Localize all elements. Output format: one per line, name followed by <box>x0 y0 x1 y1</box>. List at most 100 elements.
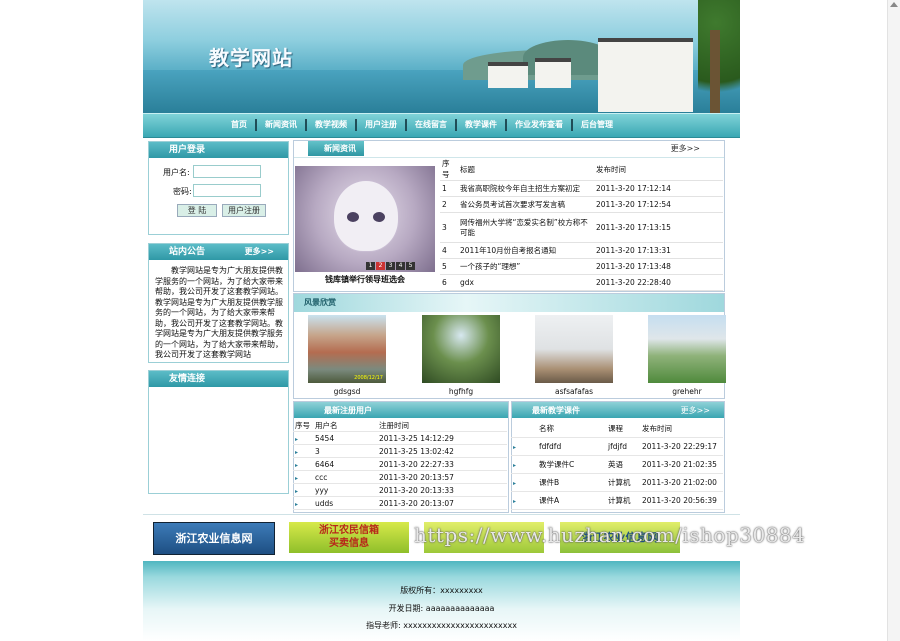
user-time: 2011-3-20 20:13:57 <box>377 470 507 484</box>
footer-copyright: 版权所有：xxxxxxxxx <box>400 586 483 595</box>
scenery-label[interactable]: asfsafafas <box>535 387 613 396</box>
link-logo-subtext: 买卖信息 <box>329 538 369 549</box>
news-link[interactable]: 我省高职院校今年自主招生方案初定 <box>458 180 594 197</box>
login-button[interactable]: 登 陆 <box>177 204 217 217</box>
courseware-time: 2011-3-20 20:56:39 <box>640 491 723 510</box>
news-time: 2011-3-20 17:12:54 <box>594 196 723 213</box>
users-col-index: 序号 <box>293 419 313 432</box>
watermark-text: https://www.huzhan.com/ishop30884 <box>414 523 806 547</box>
user-time: 2011-3-20 20:13:07 <box>377 496 507 510</box>
friend-links-title: 友情连接 <box>149 371 288 387</box>
notice-text: 教学网站是专为广大朋友提供教学服务的一个网站，为了给大家带来帮助，我公司开发了这… <box>155 266 283 358</box>
table-row: ▸ 3 2011-3-25 13:02:42 <box>293 444 507 458</box>
slide-dot[interactable]: 5 <box>406 262 415 270</box>
table-row: ▸ 教学课件C 英语 2011-3-20 21:02:35 <box>511 455 723 474</box>
user-time: 2011-3-20 22:27:33 <box>377 457 507 471</box>
slide-dot[interactable]: 3 <box>386 262 395 270</box>
vertical-scrollbar[interactable] <box>887 0 900 641</box>
scenery-photo[interactable] <box>648 315 726 383</box>
news-link[interactable]: gdx <box>458 274 594 291</box>
site-banner: 教学网站 <box>143 0 740 113</box>
bullet-icon: ▸ <box>295 461 299 469</box>
slide-caption[interactable]: 钱库镇举行领导班选会 <box>295 274 435 285</box>
friend-links-box: 友情连接 <box>148 370 289 494</box>
news-more-link[interactable]: 更多>> <box>671 143 700 154</box>
scenery-label[interactable]: gdsgsd <box>308 387 386 396</box>
users-col-time: 注册时间 <box>377 419 507 432</box>
bullet-icon: ▸ <box>295 435 299 443</box>
news-time: 2011-3-20 17:13:15 <box>594 212 723 243</box>
bullet-icon: ▸ <box>513 497 517 505</box>
bullet-icon: ▸ <box>295 448 299 456</box>
scenery-label[interactable]: grehehr <box>648 387 726 396</box>
courseware-link[interactable]: 课件B <box>537 473 606 492</box>
nav-item-register[interactable]: 用户注册 <box>355 119 405 131</box>
nav-item-videos[interactable]: 教学视频 <box>305 119 355 131</box>
nav-item-news[interactable]: 新闻资讯 <box>255 119 305 131</box>
site-title: 教学网站 <box>209 46 293 70</box>
nav-item-courseware[interactable]: 教学课件 <box>455 119 505 131</box>
news-time: 2011-3-20 17:12:14 <box>594 180 723 197</box>
courseware-course: 计算机 <box>606 491 640 510</box>
link-logo[interactable]: 浙江农民信箱 买卖信息 <box>289 522 409 553</box>
table-row: 6 gdx 2011-3-20 22:28:40 <box>440 274 723 291</box>
table-row: ▸ udds 2011-3-20 20:13:07 <box>293 496 507 510</box>
courseware-course: 英语 <box>606 455 640 474</box>
courseware-link[interactable]: fdfdfd <box>537 437 606 456</box>
scenery-photo[interactable] <box>535 315 613 383</box>
news-time: 2011-3-20 17:13:31 <box>594 242 723 259</box>
news-time: 2011-3-20 17:13:48 <box>594 258 723 275</box>
courseware-title: 最新教学课件 <box>532 406 580 415</box>
nav-item-guestbook[interactable]: 在线留言 <box>405 119 455 131</box>
login-box: 用户登录 用户名: 密码: 登 陆 用户注册 <box>148 141 289 235</box>
table-row: ▸ 5454 2011-3-25 14:12:29 <box>293 431 507 445</box>
news-link[interactable]: 省公务员考试首次要求写发言稿 <box>458 196 594 213</box>
user-name: 5454 <box>313 431 377 445</box>
notice-box: 站内公告 更多>> 教学网站是专为广大朋友提供教学服务的一个网站，为了给大家带来… <box>148 243 289 363</box>
register-button[interactable]: 用户注册 <box>222 204 266 217</box>
news-index: 4 <box>440 242 458 259</box>
scenery-photo[interactable]: 2008/12/17 <box>308 315 386 383</box>
scenery-label[interactable]: hgfhfg <box>422 387 500 396</box>
news-slideshow[interactable]: 1 2 3 4 5 <box>295 166 435 272</box>
table-row: ▸ ccc 2011-3-20 20:13:57 <box>293 470 507 484</box>
table-row: ▸ 6464 2011-3-20 22:27:33 <box>293 457 507 471</box>
nav-item-home[interactable]: 首页 <box>223 119 255 131</box>
user-name: 3 <box>313 444 377 458</box>
news-link[interactable]: 2011年10月份自考报名通知 <box>458 242 594 259</box>
courseware-time: 2011-3-20 21:02:00 <box>640 473 723 492</box>
login-title: 用户登录 <box>149 142 288 158</box>
courseware-more-link[interactable]: 更多>> <box>681 405 710 416</box>
slide-dot[interactable]: 2 <box>376 262 385 270</box>
courseware-time: 2011-3-20 21:02:35 <box>640 455 723 474</box>
link-logo-text: 浙江农民信箱 <box>319 525 379 536</box>
user-time: 2011-3-20 20:13:33 <box>377 483 507 497</box>
footer-teacher: 指导老师: xxxxxxxxxxxxxxxxxxxxxxxx <box>366 621 517 630</box>
table-row: 3 网传福州大学将“恋爱实名制”校方称不可能 2011-3-20 17:13:15 <box>440 212 723 243</box>
bullet-icon: ▸ <box>513 479 517 487</box>
username-input[interactable] <box>193 165 261 178</box>
username-label: 用户名: <box>163 168 190 177</box>
news-table: 序号 标题 发布时间 1 我省高职院校今年自主招生方案初定 2011-3-20 17… <box>440 158 723 291</box>
table-row: 2 省公务员考试首次要求写发言稿 2011-3-20 17:12:54 <box>440 196 723 213</box>
scenery-photo[interactable] <box>422 315 500 383</box>
courseware-col-name: 名称 <box>537 420 606 438</box>
password-input[interactable] <box>193 184 261 197</box>
news-link[interactable]: 网传福州大学将“恋爱实名制”校方称不可能 <box>458 212 594 243</box>
table-row: 1 我省高职院校今年自主招生方案初定 2011-3-20 17:12:14 <box>440 180 723 197</box>
nav-item-homework[interactable]: 作业发布查看 <box>505 119 571 131</box>
news-index: 6 <box>440 274 458 291</box>
courseware-link[interactable]: 课件A <box>537 491 606 510</box>
courseware-link[interactable]: 教学课件C <box>537 455 606 474</box>
notice-more-link[interactable]: 更多>> <box>245 244 274 260</box>
table-row: ▸ 课件A 计算机 2011-3-20 20:56:39 <box>511 491 723 510</box>
table-row: 4 2011年10月份自考报名通知 2011-3-20 17:13:31 <box>440 242 723 259</box>
nav-item-admin[interactable]: 后台管理 <box>571 119 621 131</box>
user-name: yyy <box>313 483 377 497</box>
notice-title: 站内公告 <box>169 247 206 257</box>
slide-dot[interactable]: 1 <box>366 262 375 270</box>
slide-dot[interactable]: 4 <box>396 262 405 270</box>
news-link[interactable]: 一个孩子的“理想” <box>458 258 594 275</box>
scroll-up-arrow-icon[interactable] <box>890 2 898 7</box>
link-logo[interactable]: 浙江农业信息网 <box>153 522 275 555</box>
